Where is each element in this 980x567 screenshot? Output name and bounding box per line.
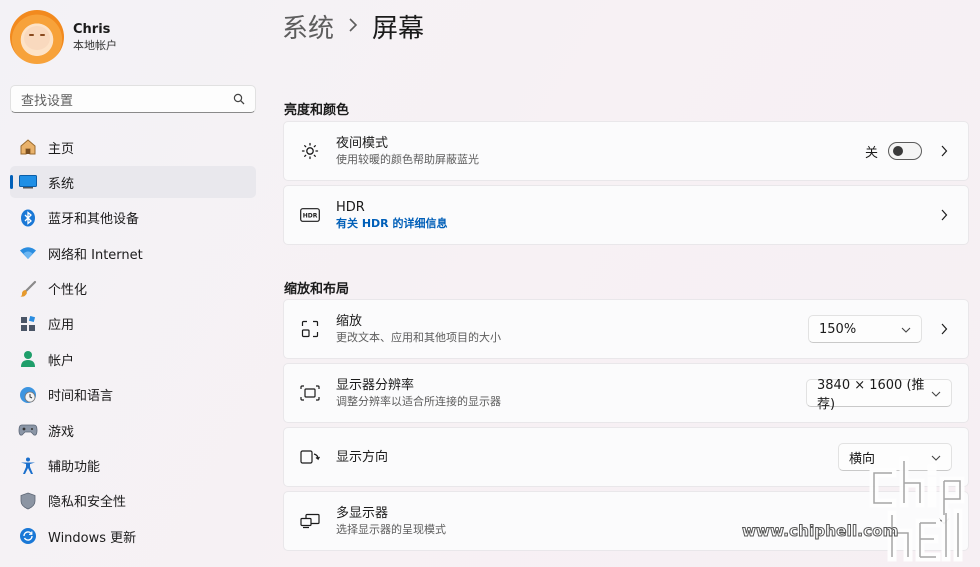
scale-card[interactable]: 缩放 更改文本、应用和其他项目的大小 150% <box>283 299 969 359</box>
brush-icon <box>18 279 38 299</box>
avatar-eye <box>29 34 34 36</box>
resolution-dropdown[interactable]: 3840 × 1600 (推荐) <box>806 378 952 412</box>
brightness-icon <box>300 141 320 161</box>
page-title: 屏幕 <box>372 14 425 44</box>
sidebar-item-accessibility[interactable]: 辅助功能 <box>10 450 256 482</box>
scale-title: 缩放 <box>336 314 363 329</box>
sidebar-item-accounts[interactable]: 帐户 <box>10 343 256 375</box>
multi-display-title: 多显示器 <box>336 506 389 521</box>
orientation-value: 横向 <box>849 451 876 467</box>
breadcrumb-parent[interactable]: 系统 <box>282 8 334 45</box>
scale-value: 150% <box>819 321 857 337</box>
resolution-subtitle: 调整分辨率以适合所连接的显示器 <box>336 395 501 408</box>
orientation-card[interactable]: 显示方向 横向 <box>283 427 969 487</box>
sidebar-item-personalization[interactable]: 个性化 <box>10 273 256 305</box>
night-light-subtitle: 使用较暖的颜色帮助屏蔽蓝光 <box>336 153 479 166</box>
hdr-details-link[interactable]: 有关 HDR 的详细信息 <box>336 216 922 231</box>
breadcrumb: 系统 屏幕 <box>282 8 424 45</box>
apps-icon <box>18 314 38 334</box>
multi-display-subtitle: 选择显示器的呈现模式 <box>336 523 446 536</box>
chevron-down-icon <box>931 450 941 465</box>
chevron-right-icon[interactable] <box>936 207 952 223</box>
update-icon <box>18 526 38 546</box>
sidebar-item-network[interactable]: 网络和 Internet <box>10 237 256 269</box>
user-name: Chris <box>73 21 111 37</box>
sidebar-item-apps[interactable]: 应用 <box>10 308 256 340</box>
avatar-face <box>24 26 50 50</box>
sidebar-item-bluetooth[interactable]: 蓝牙和其他设备 <box>10 202 256 234</box>
chevron-right-icon[interactable] <box>936 143 952 159</box>
search-icon[interactable] <box>233 90 245 109</box>
sidebar-item-label: 个性化 <box>48 283 88 299</box>
sidebar-item-label: 系统 <box>48 176 75 192</box>
chevron-right-icon[interactable] <box>936 321 952 337</box>
sidebar-item-label: 主页 <box>48 141 75 157</box>
accessibility-icon <box>18 456 38 476</box>
sidebar-item-label: 帐户 <box>48 353 75 369</box>
night-light-state: 关 <box>864 145 878 161</box>
avatar[interactable] <box>10 10 64 64</box>
gamepad-icon <box>18 420 38 440</box>
account-type: 本地帐户 <box>73 38 117 52</box>
resolution-card[interactable]: 显示器分辨率 调整分辨率以适合所连接的显示器 3840 × 1600 (推荐) <box>283 363 969 423</box>
wifi-icon <box>18 243 38 263</box>
multi-display-card[interactable]: 多显示器 选择显示器的呈现模式 <box>283 491 969 551</box>
nav-list: 主页 系统 蓝牙和其他设备 网络和 Internet 个性化 应用 帐户 时间和… <box>10 131 256 556</box>
system-icon <box>18 172 38 192</box>
search-input[interactable]: 查找设置 <box>10 85 256 113</box>
sidebar-item-system[interactable]: 系统 <box>10 166 256 199</box>
night-light-card[interactable]: 夜间模式 使用较暖的颜色帮助屏蔽蓝光 关 <box>283 121 969 181</box>
section-title-scale-layout: 缩放和布局 <box>284 282 350 297</box>
sidebar-item-label: 应用 <box>48 318 75 334</box>
account-icon <box>18 349 38 369</box>
orientation-icon <box>300 447 320 467</box>
home-icon <box>18 137 38 157</box>
globe-clock-icon <box>18 385 38 405</box>
scale-dropdown[interactable]: 150% <box>808 315 922 343</box>
chevron-down-icon <box>931 386 941 401</box>
profile[interactable]: Chris 本地帐户 <box>10 10 117 64</box>
night-light-title: 夜间模式 <box>336 136 389 151</box>
svg-text:HDR: HDR <box>303 213 318 220</box>
multi-display-icon <box>300 511 320 531</box>
sidebar-item-label: 蓝牙和其他设备 <box>48 212 140 228</box>
toggle-knob <box>893 146 903 156</box>
section-title-brightness: 亮度和颜色 <box>284 103 350 118</box>
night-light-toggle[interactable] <box>888 142 922 160</box>
sidebar-item-label: Windows 更新 <box>48 530 137 546</box>
resolution-value: 3840 × 1600 (推荐) <box>817 378 925 412</box>
sidebar-item-label: 时间和语言 <box>48 389 114 405</box>
sidebar-item-windows-update[interactable]: Windows 更新 <box>10 520 256 552</box>
sidebar-item-label: 游戏 <box>48 424 75 440</box>
sidebar-item-label: 辅助功能 <box>48 460 101 476</box>
resolution-title: 显示器分辨率 <box>336 378 415 393</box>
avatar-eye <box>40 34 45 36</box>
sidebar: Chris 本地帐户 查找设置 主页 系统 蓝牙和其他设备 网络和 Intern… <box>0 0 268 567</box>
hdr-card[interactable]: HDR HDR 有关 HDR 的详细信息 <box>283 185 969 245</box>
sidebar-item-home[interactable]: 主页 <box>10 131 256 163</box>
hdr-icon: HDR <box>300 205 320 225</box>
shield-icon <box>18 491 38 511</box>
chevron-right-icon <box>348 16 358 37</box>
orientation-title: 显示方向 <box>336 449 389 465</box>
chevron-down-icon <box>901 322 911 337</box>
bluetooth-icon <box>18 208 38 228</box>
sidebar-item-gaming[interactable]: 游戏 <box>10 414 256 446</box>
resolution-icon <box>300 383 320 403</box>
sidebar-item-label: 隐私和安全性 <box>48 495 127 511</box>
chevron-down-icon[interactable] <box>936 513 952 529</box>
sidebar-item-privacy[interactable]: 隐私和安全性 <box>10 485 256 517</box>
orientation-dropdown[interactable]: 横向 <box>838 443 952 471</box>
scale-subtitle: 更改文本、应用和其他项目的大小 <box>336 331 501 344</box>
hdr-title: HDR <box>336 200 365 215</box>
sidebar-item-label: 网络和 Internet <box>48 247 143 263</box>
scale-icon <box>300 319 320 339</box>
search-placeholder: 查找设置 <box>21 93 74 109</box>
sidebar-item-time-language[interactable]: 时间和语言 <box>10 379 256 411</box>
